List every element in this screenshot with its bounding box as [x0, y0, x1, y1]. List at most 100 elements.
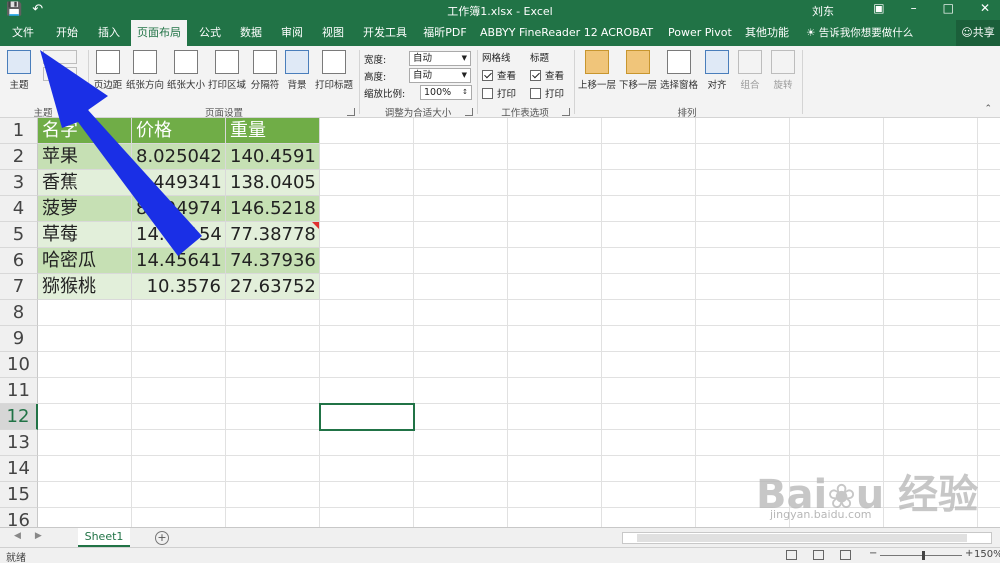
row-header[interactable]: 7: [0, 274, 38, 300]
gridlines-view-checkbox[interactable]: 查看: [482, 66, 516, 84]
bring-forward-button[interactable]: 上移一层: [577, 50, 617, 91]
ribbon-display-icon[interactable]: ▣: [873, 1, 884, 15]
table-cell[interactable]: 草莓: [38, 222, 132, 248]
align-button[interactable]: 对齐: [702, 50, 732, 91]
tell-me-box[interactable]: ☀ 告诉我你想要做什么: [806, 20, 913, 46]
zoom-slider[interactable]: [880, 555, 962, 556]
selection-pane-button[interactable]: 选择窗格: [659, 50, 699, 91]
tab-insert[interactable]: 插入: [90, 20, 128, 46]
row-header[interactable]: 12: [0, 404, 38, 430]
headings-view-checkbox[interactable]: 查看: [530, 66, 564, 84]
scroll-thumb[interactable]: [637, 534, 967, 542]
table-cell[interactable]: 8.704974: [132, 196, 226, 222]
zoom-in-icon[interactable]: +: [965, 548, 973, 559]
print-area-button[interactable]: 打印区域: [207, 50, 247, 91]
table-header-cell[interactable]: 重量: [226, 118, 320, 144]
minimize-icon[interactable]: –: [911, 1, 917, 15]
height-select[interactable]: 自动 ▼: [409, 68, 471, 83]
row-header[interactable]: 13: [0, 430, 38, 456]
print-titles-button[interactable]: 打印标题: [313, 50, 355, 91]
page-setup-launcher-icon[interactable]: [347, 108, 355, 116]
tab-acrobat[interactable]: ACROBAT: [598, 20, 656, 46]
row-header[interactable]: 2: [0, 144, 38, 170]
row-header[interactable]: 11: [0, 378, 38, 404]
collapse-ribbon-icon[interactable]: ⌃: [984, 104, 992, 114]
row-header[interactable]: 5: [0, 222, 38, 248]
row-header[interactable]: 15: [0, 482, 38, 508]
tab-view[interactable]: 视图: [314, 20, 352, 46]
page-break-view-icon[interactable]: [840, 550, 851, 560]
size-button[interactable]: 纸张大小: [166, 50, 206, 91]
zoom-level[interactable]: 150%: [974, 549, 1000, 560]
rotate-button[interactable]: 旋转: [768, 50, 798, 91]
row-header[interactable]: 8: [0, 300, 38, 326]
table-cell[interactable]: 77.38778: [226, 222, 320, 248]
fit-launcher-icon[interactable]: [465, 108, 473, 116]
theme-colors-button[interactable]: [38, 50, 82, 84]
row-header[interactable]: 14: [0, 456, 38, 482]
table-cell[interactable]: 哈密瓜: [38, 248, 132, 274]
table-cell[interactable]: 140.4591: [226, 144, 320, 170]
row-header[interactable]: 4: [0, 196, 38, 222]
row-header[interactable]: 6: [0, 248, 38, 274]
headings-print-checkbox[interactable]: 打印: [530, 84, 564, 102]
table-cell[interactable]: 猕猴桃: [38, 274, 132, 300]
user-name[interactable]: 刘东: [812, 3, 834, 19]
table-cell[interactable]: 菠萝: [38, 196, 132, 222]
table-cell[interactable]: 0.449341: [132, 170, 226, 196]
scroll-right-icon[interactable]: ▶: [35, 531, 42, 541]
sheet-tab-sheet1[interactable]: Sheet1: [78, 528, 130, 547]
table-cell[interactable]: 苹果: [38, 144, 132, 170]
scroll-left-icon[interactable]: ◀: [14, 531, 21, 541]
background-button[interactable]: 背景: [283, 50, 311, 91]
tab-developer[interactable]: 开发工具: [358, 20, 412, 46]
scale-spinner[interactable]: 100% ↕: [420, 85, 472, 100]
tab-page-layout[interactable]: 页面布局: [131, 20, 187, 46]
close-icon[interactable]: ✕: [980, 1, 990, 15]
row-header[interactable]: 3: [0, 170, 38, 196]
page-layout-view-icon[interactable]: [813, 550, 824, 560]
normal-view-icon[interactable]: [786, 550, 797, 560]
row-header[interactable]: 16: [0, 508, 38, 527]
share-button[interactable]: ☺共享: [956, 20, 1000, 46]
width-select[interactable]: 自动 ▼: [409, 51, 471, 66]
table-cell[interactable]: 14.46154: [132, 222, 226, 248]
themes-button[interactable]: 主题: [4, 50, 34, 91]
tab-more-features[interactable]: 其他功能: [742, 20, 792, 46]
table-cell[interactable]: 74.37936: [226, 248, 320, 274]
zoom-out-icon[interactable]: −: [869, 548, 877, 559]
table-header-cell[interactable]: 价格: [132, 118, 226, 144]
maximize-icon[interactable]: □: [943, 1, 954, 15]
table-cell[interactable]: 138.0405: [226, 170, 320, 196]
tab-review[interactable]: 审阅: [273, 20, 311, 46]
table-cell[interactable]: 香蕉: [38, 170, 132, 196]
tab-foxit-pdf[interactable]: 福昕PDF: [420, 20, 470, 46]
horizontal-scrollbar[interactable]: [622, 532, 992, 544]
table-cell[interactable]: 8.025042: [132, 144, 226, 170]
active-cell[interactable]: [319, 403, 415, 431]
margins-button[interactable]: 页边距: [92, 50, 124, 91]
group-button[interactable]: 组合: [735, 50, 765, 91]
tab-power-pivot[interactable]: Power Pivot: [668, 20, 732, 46]
breaks-button[interactable]: 分隔符: [249, 50, 281, 91]
table-cell[interactable]: 14.45641: [132, 248, 226, 274]
add-sheet-icon[interactable]: +: [155, 531, 169, 545]
send-backward-button[interactable]: 下移一层: [618, 50, 658, 91]
tab-formulas[interactable]: 公式: [191, 20, 229, 46]
gridlines-print-checkbox[interactable]: 打印: [482, 84, 516, 102]
orientation-button[interactable]: 纸张方向: [125, 50, 165, 91]
tab-abbyy[interactable]: ABBYY FineReader 12: [480, 20, 598, 46]
table-cell[interactable]: 27.63752: [226, 274, 320, 300]
row-header[interactable]: 9: [0, 326, 38, 352]
status-ready: 就绪: [6, 553, 26, 563]
table-cell[interactable]: 10.3576: [132, 274, 226, 300]
table-cell[interactable]: 146.5218: [226, 196, 320, 222]
sheet-options-launcher-icon[interactable]: [562, 108, 570, 116]
table-header-cell[interactable]: 名字: [38, 118, 132, 144]
tab-file[interactable]: 文件: [4, 20, 42, 46]
row-header[interactable]: 10: [0, 352, 38, 378]
tab-home[interactable]: 开始: [48, 20, 86, 46]
tab-data[interactable]: 数据: [232, 20, 270, 46]
zoom-slider-thumb[interactable]: [922, 551, 925, 560]
row-header[interactable]: 1: [0, 118, 38, 144]
